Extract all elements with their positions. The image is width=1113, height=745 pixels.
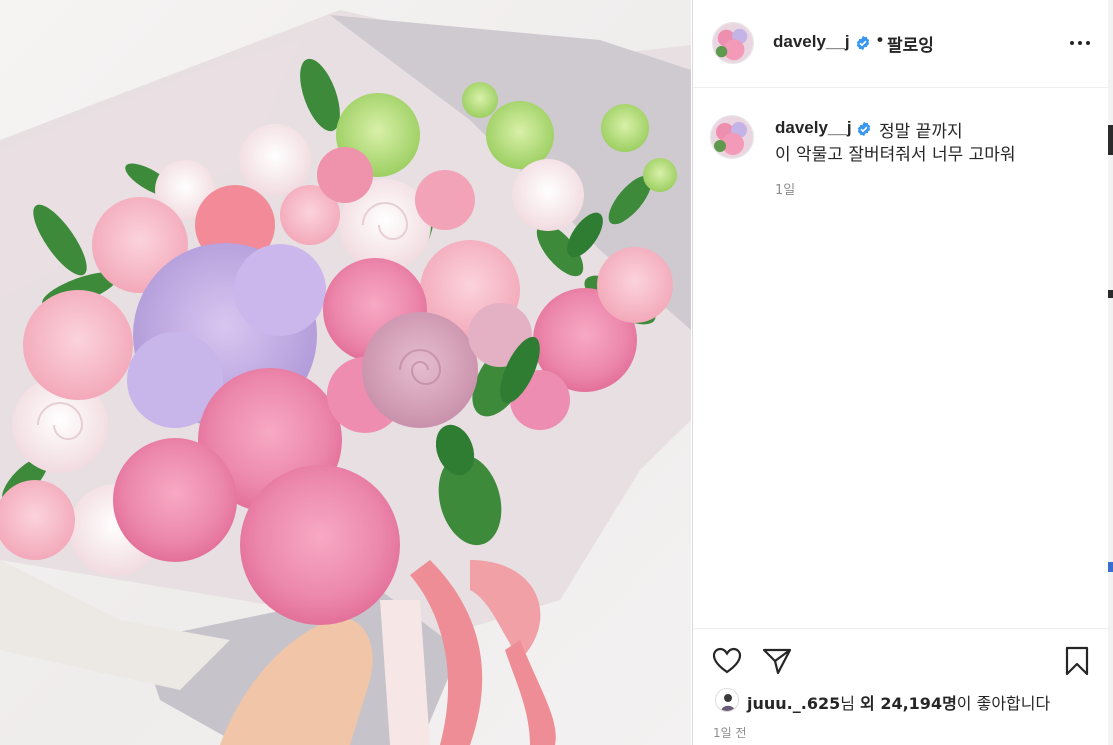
post-photo[interactable]	[0, 0, 691, 745]
caption-author-avatar[interactable]	[710, 115, 754, 159]
caption-username[interactable]: davely__j	[775, 118, 852, 138]
bouquet-illustration	[0, 10, 691, 745]
action-bar	[693, 628, 1109, 688]
liker-avatar-image	[716, 689, 738, 711]
post-side-panel: davely__j • 팔로잉 davely__j 정말 끝까지 이 악물고 잘…	[692, 0, 1109, 745]
bookmark-icon[interactable]	[1061, 645, 1093, 677]
post-header: davely__j • 팔로잉	[693, 0, 1109, 88]
likes-count[interactable]: 24,194명	[880, 694, 956, 713]
liker-avatar[interactable]	[715, 688, 739, 712]
likes-prefix: 외	[860, 694, 881, 713]
edge-fragment	[1108, 290, 1113, 298]
verified-badge-icon	[857, 121, 871, 137]
liked-by-suffix: 님	[840, 694, 861, 713]
more-options-icon[interactable]	[1065, 28, 1095, 58]
edge-fragment	[1108, 125, 1113, 155]
likes-suffix: 이 좋아합니다	[956, 694, 1051, 713]
avatar-image	[711, 116, 753, 158]
separator-dot: •	[877, 30, 883, 49]
caption-age: 1일	[775, 183, 796, 198]
post-timestamp[interactable]: 1일 전	[713, 724, 747, 741]
liker-username[interactable]: juuu._.625	[747, 694, 840, 713]
heart-icon[interactable]	[711, 645, 743, 677]
avatar-image	[713, 23, 753, 63]
background-window-edge	[1108, 0, 1113, 745]
author-avatar[interactable]	[712, 22, 754, 64]
paper-plane-icon[interactable]	[761, 645, 793, 677]
edge-fragment	[1108, 562, 1113, 572]
likes-text: juuu._.625님 외 24,194명이 좋아합니다	[747, 690, 1050, 714]
caption-text-line1: 정말 끝까지	[879, 122, 963, 142]
author-username[interactable]: davely__j	[773, 32, 850, 52]
caption-text-line2: 이 악물고 잘버텨줘서 너무 고마워	[775, 145, 1016, 165]
verified-badge-icon	[856, 35, 870, 51]
following-button[interactable]: 팔로잉	[887, 31, 934, 56]
